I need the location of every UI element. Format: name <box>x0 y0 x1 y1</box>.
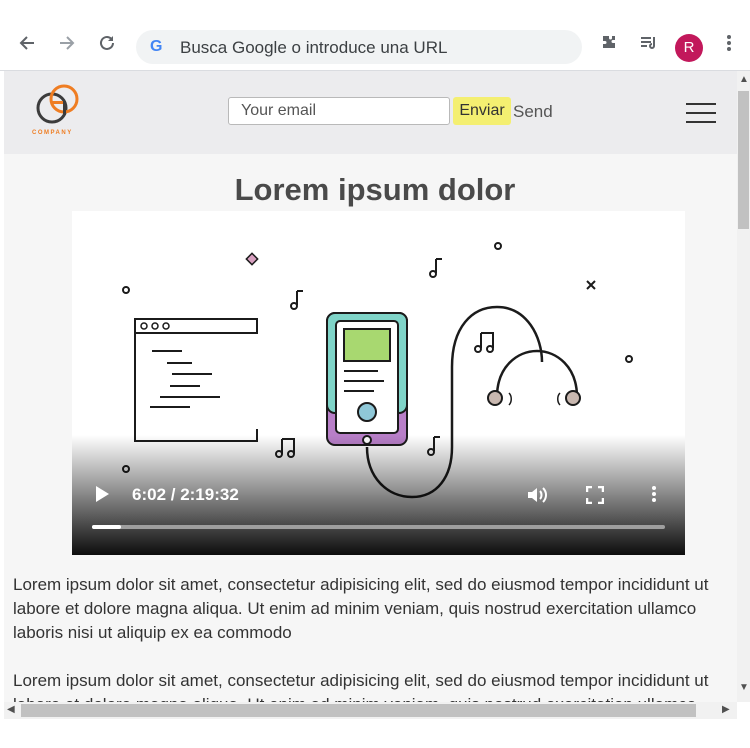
vertical-scroll-thumb[interactable] <box>738 91 749 229</box>
send-button[interactable]: Send <box>513 102 553 122</box>
email-input[interactable] <box>228 97 450 125</box>
video-progress-fill <box>92 525 121 529</box>
logo-text: COMPANY <box>32 130 73 136</box>
video-player[interactable]: 6:02 / 2:19:32 <box>72 211 685 555</box>
back-arrow-icon[interactable] <box>14 30 40 56</box>
fullscreen-icon[interactable] <box>585 485 605 509</box>
browser-toolbar: G R <box>0 0 750 71</box>
address-bar[interactable]: G <box>136 30 582 64</box>
extensions-puzzle-icon[interactable] <box>596 30 622 56</box>
horizontal-scroll-thumb[interactable] <box>21 704 696 717</box>
reload-icon[interactable] <box>94 30 120 56</box>
scroll-right-arrow-icon[interactable]: ▶ <box>722 704 730 715</box>
video-time: 6:02 / 2:19:32 <box>132 485 239 504</box>
media-queue-icon[interactable] <box>636 30 662 56</box>
horizontal-scrollbar[interactable]: ◀ ▶ <box>4 702 737 719</box>
profile-avatar[interactable]: R <box>675 34 703 62</box>
scroll-left-arrow-icon[interactable]: ◀ <box>7 704 15 715</box>
kebab-menu-icon[interactable] <box>716 30 742 56</box>
scroll-up-arrow-icon[interactable]: ▲ <box>739 74 749 85</box>
site-header: COMPANY Enviar Send <box>4 71 737 154</box>
paragraph-2: Lorem ipsum dolor sit amet, consectetur … <box>13 671 709 702</box>
address-input[interactable] <box>178 34 562 62</box>
company-logo[interactable]: COMPANY <box>30 81 90 143</box>
enviar-button[interactable]: Enviar <box>453 97 511 125</box>
play-icon[interactable] <box>94 485 110 508</box>
video-progress-bar[interactable] <box>92 525 665 529</box>
vertical-scrollbar[interactable]: ▲ ▼ <box>737 71 750 702</box>
paragraph-1: Lorem ipsum dolor sit amet, consectetur … <box>13 575 709 642</box>
video-more-icon[interactable] <box>651 485 657 508</box>
forward-arrow-icon[interactable] <box>54 30 80 56</box>
hamburger-menu-icon[interactable] <box>686 103 716 123</box>
scroll-down-arrow-icon[interactable]: ▼ <box>739 682 749 693</box>
google-icon: G <box>150 38 163 55</box>
page-title: Lorem ipsum dolor <box>234 172 516 207</box>
page-viewport: COMPANY Enviar Send Lorem ipsum dolor <box>4 71 737 702</box>
volume-icon[interactable] <box>526 485 548 510</box>
